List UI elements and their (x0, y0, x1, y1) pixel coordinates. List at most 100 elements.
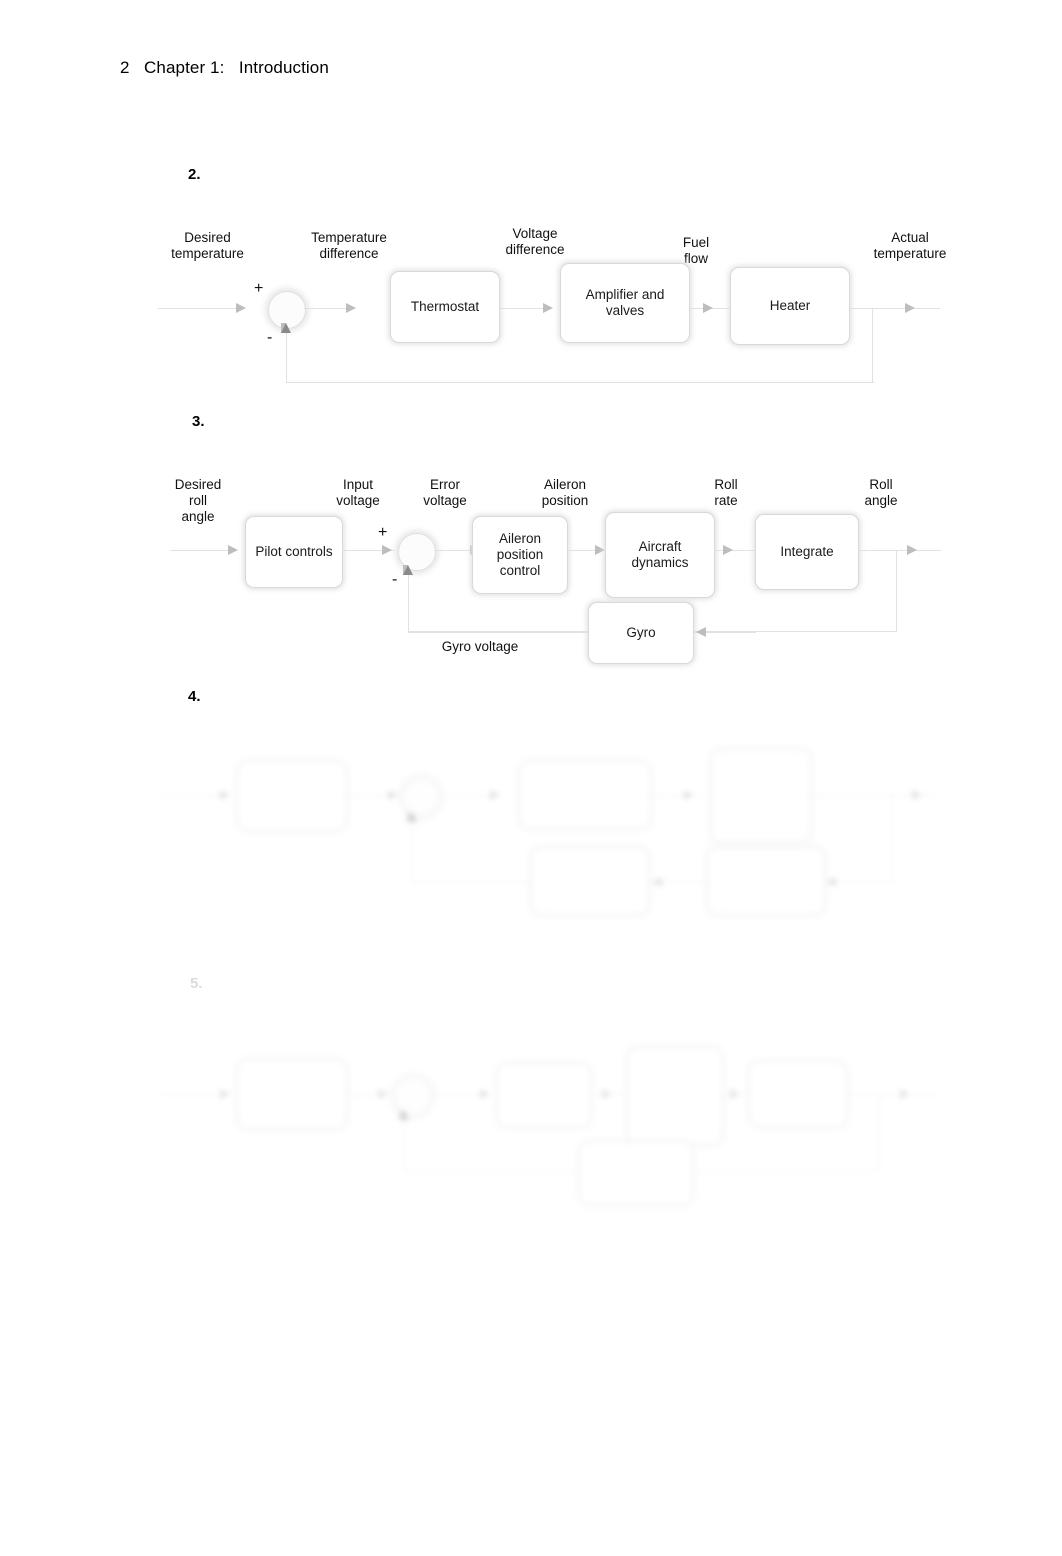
summer-minus-sign: - (392, 571, 398, 588)
summer-4-minus-sign (398, 818, 402, 834)
block-5-4 (750, 1062, 846, 1126)
arrow-5-2 (378, 1089, 388, 1099)
arrow-4-output (912, 790, 922, 800)
signal-label-5-4 (698, 1022, 774, 1038)
signal-label-roll-angle: Roll angle (864, 477, 898, 509)
gyro-output-line (408, 632, 588, 634)
signal-label-4-3 (450, 740, 520, 756)
feedback-line-horizontal (286, 382, 874, 384)
block-integrate: Integrate (755, 514, 859, 590)
signal-label-5-3 (408, 1022, 478, 1038)
block-amplifier-and-valves: Amplifier and valves (560, 263, 690, 343)
signal-label-actual-temperature: Actual temperature (873, 230, 947, 262)
arrow-4-1 (220, 790, 230, 800)
block-4-1 (238, 762, 346, 830)
problem-number-5: 5. (190, 975, 203, 992)
signal-label-4-1 (160, 742, 256, 758)
arrow-into-summer (382, 545, 392, 555)
block-4-4 (532, 848, 648, 914)
block-4-3 (712, 750, 810, 842)
arrow-4-6 (826, 877, 836, 887)
block-4-5 (708, 848, 824, 914)
arrow-feedback-into-summer (281, 323, 291, 333)
signal-line-voltage (500, 308, 545, 310)
problem-number-3: 3. (192, 413, 205, 430)
outer-feedback-vertical-right (896, 550, 898, 632)
signal-label-temperature-difference: Temperature difference (311, 230, 387, 262)
block-aileron-position-control: Aileron position control (472, 516, 568, 594)
block-5-5 (580, 1142, 692, 1204)
signal-label-roll-rate: Roll rate (714, 477, 738, 509)
arrow-4-feedback (407, 812, 417, 822)
page-header: 2 Chapter 1: Introduction (120, 58, 329, 77)
signal-label-4-6 (398, 910, 538, 926)
summer-5-plus-sign (378, 1068, 382, 1084)
feedback-line-vertical-right (872, 308, 874, 383)
arrow-5-output (900, 1089, 910, 1099)
block-5-1 (238, 1060, 346, 1128)
arrow-into-gyro (696, 627, 706, 637)
block-pilot-controls: Pilot controls (245, 516, 343, 588)
feedback-4-vertical-right (892, 795, 894, 883)
summer-5-minus-sign (390, 1117, 394, 1133)
summer-plus-sign: + (254, 280, 264, 297)
block-gyro: Gyro (588, 602, 694, 664)
feedback-5-vertical-right (878, 1094, 880, 1172)
arrow-into-summer (236, 303, 246, 313)
arrow-4-2 (388, 790, 398, 800)
arrow-into-aircraft-dynamics (595, 545, 605, 555)
feedback-line-vertical-left (286, 325, 288, 383)
block-diagram-5 (150, 1022, 950, 1252)
block-4-2 (520, 762, 650, 828)
signal-line-output (850, 308, 940, 310)
signal-label-aileron-position: Aileron position (541, 477, 589, 509)
arrow-4-5 (652, 877, 662, 887)
arrow-5-feedback (399, 1110, 409, 1120)
signal-label-gyro-voltage: Gyro voltage (441, 639, 519, 654)
arrow-into-amplifier (543, 303, 553, 313)
problem-number-4: 4. (188, 688, 201, 705)
outer-feedback-vertical-left (408, 567, 410, 631)
arrow-5-4 (602, 1089, 612, 1099)
block-aircraft-dynamics: Aircraft dynamics (605, 512, 715, 598)
signal-label-input-voltage: Input voltage (336, 477, 380, 509)
block-diagram-4 (150, 730, 950, 960)
feedback-4-vertical-left (412, 814, 414, 882)
arrow-output-roll-angle (907, 545, 917, 555)
signal-line-roll-rate (715, 550, 760, 552)
arrow-4-4 (684, 790, 694, 800)
signal-line-input (170, 550, 232, 552)
arrow-5-3 (480, 1089, 490, 1099)
block-5-3 (628, 1048, 722, 1144)
summer-minus-sign: - (267, 329, 273, 346)
summer-4-plus-sign (386, 770, 390, 786)
signal-label-desired-temperature: Desired temperature (171, 230, 244, 262)
feedback-5-vertical-left (404, 1112, 406, 1171)
signal-label-4-2 (340, 730, 410, 746)
problem-number-2: 2. (188, 166, 201, 183)
arrow-into-pilot-controls (228, 545, 238, 555)
signal-label-5-6 (380, 1202, 520, 1218)
arrow-5-5 (730, 1089, 740, 1099)
signal-label-4-5 (850, 742, 920, 758)
signal-line-4-4 (650, 795, 704, 797)
block-thermostat: Thermostat (390, 271, 500, 343)
signal-line-5-output (846, 1094, 938, 1096)
signal-label-desired-roll-angle: Desired roll angle (174, 477, 222, 525)
block-diagram-2: Desired temperature Temperature differen… (150, 225, 950, 405)
arrow-4-3 (490, 790, 500, 800)
arrow-outer-feedback-into-summer (403, 565, 413, 575)
arrow-output (905, 303, 915, 313)
signal-line-roll-angle (859, 550, 941, 552)
signal-label-error-voltage: Error voltage (423, 477, 467, 509)
arrow-5-1 (220, 1089, 230, 1099)
signal-line-error (304, 308, 348, 310)
block-diagram-3: Desired roll angle Input voltage Error v… (150, 472, 950, 672)
document-page: 2 Chapter 1: Introduction 2. Desired tem… (0, 0, 1062, 1556)
signal-label-5-5 (850, 1036, 914, 1052)
arrow-into-integrate (723, 545, 733, 555)
arrow-into-heater (703, 303, 713, 313)
signal-line-error-voltage (434, 550, 474, 552)
signal-label-4-4 (710, 730, 790, 746)
signal-label-voltage-difference: Voltage difference (505, 226, 565, 258)
